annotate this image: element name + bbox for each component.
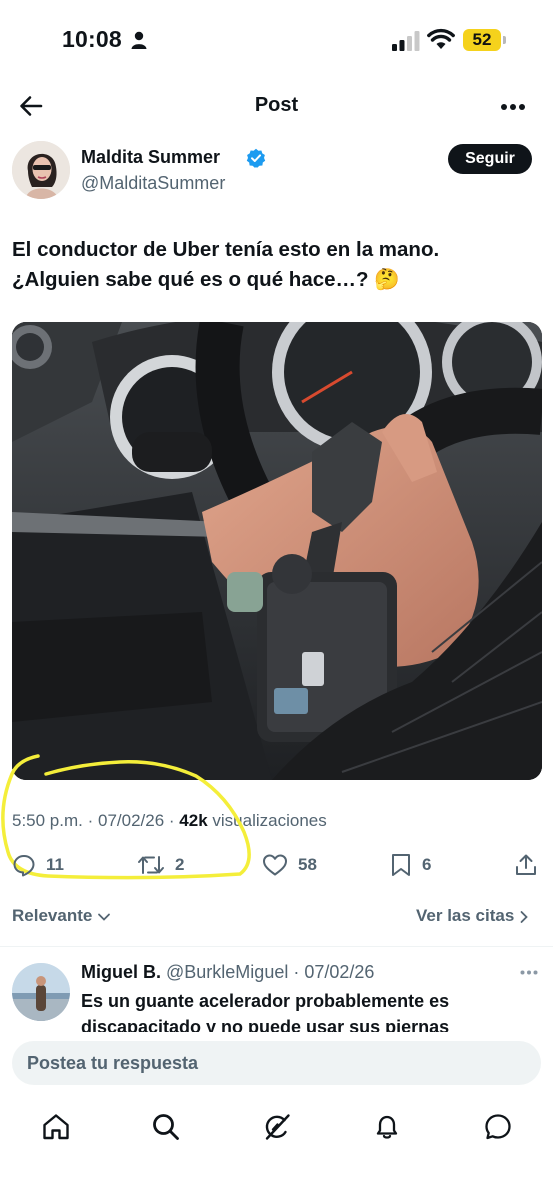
repost-icon [138,856,164,874]
reply-action[interactable]: 11 [12,850,64,880]
reply-author-handle[interactable]: @BurkleMiguel [166,962,288,982]
reply-count: 11 [46,855,64,874]
verified-badge-icon [246,148,266,168]
repost-count: 2 [175,855,185,874]
reply-input[interactable]: Postea tu respuesta [12,1041,541,1085]
reply-separator: · [288,962,305,982]
share-icon [516,854,536,875]
share-action[interactable] [514,850,538,880]
like-action[interactable]: 58 [262,850,317,880]
like-count: 58 [298,855,317,874]
battery-cap [503,36,506,44]
post-time: 5:50 p.m. [12,811,83,830]
post-header: Post [0,80,553,132]
bottom-nav [0,1100,553,1200]
person-icon [131,31,147,49]
sort-replies-label: Relevante [12,906,93,925]
post-actions: 11 2 58 6 [0,850,553,882]
reply-text: Es un guante acelerador probablemente es… [81,991,450,1032]
reply-date: 07/02/26 [304,962,375,982]
chevron-down-icon [98,913,110,921]
page-title: Post [254,94,299,116]
signal-icon [392,31,420,51]
post-image[interactable] [12,322,542,780]
author-name[interactable]: Maldita Summer [81,147,220,168]
search-icon[interactable] [151,1112,181,1142]
battery-indicator: 52 [463,29,501,51]
sort-replies-dropdown[interactable]: Relevante [12,906,111,926]
post-text: El conductor de Uber tenía esto en la ma… [12,235,532,295]
follow-button[interactable]: Seguir [448,144,532,174]
bookmark-icon [392,854,410,876]
divider [0,946,553,947]
author-handle[interactable]: @MalditaSummer [81,173,225,194]
grok-icon[interactable] [262,1112,292,1142]
reply-icon [13,855,35,877]
post-text-line-2: ¿Alguien sabe qué es o qué hace…? 🤔 [12,268,400,291]
home-icon[interactable] [41,1112,71,1142]
repost-action[interactable]: 2 [137,850,184,880]
bookmark-action[interactable]: 6 [390,850,431,880]
more-icon[interactable] [500,103,526,111]
notifications-icon[interactable] [372,1112,402,1142]
author-avatar[interactable] [12,141,70,199]
wifi-icon [427,28,455,49]
views-count: 42k [179,811,208,830]
reply-header: Miguel B. @BurkleMiguel · 07/02/26 [81,962,374,983]
post-date: 07/02/26 [97,811,165,830]
chevron-right-icon [520,910,528,923]
post-text-line-1: El conductor de Uber tenía esto en la ma… [12,238,440,261]
post-meta: 5:50 p.m. · 07/02/26 · 42k visualizacion… [12,811,327,830]
more-icon[interactable] [520,970,538,975]
views-label: visualizaciones [212,811,327,830]
messages-icon[interactable] [483,1112,513,1142]
view-quotes-label: Ver las citas [416,906,515,925]
status-time: 10:08 [62,26,122,52]
reply-author-name[interactable]: Miguel B. [81,962,161,982]
bookmark-count: 6 [422,855,432,874]
like-icon [263,854,287,876]
view-quotes-link[interactable]: Ver las citas [416,906,529,926]
status-bar: 10:08 52 [0,0,553,80]
reply-avatar[interactable] [12,963,70,1021]
